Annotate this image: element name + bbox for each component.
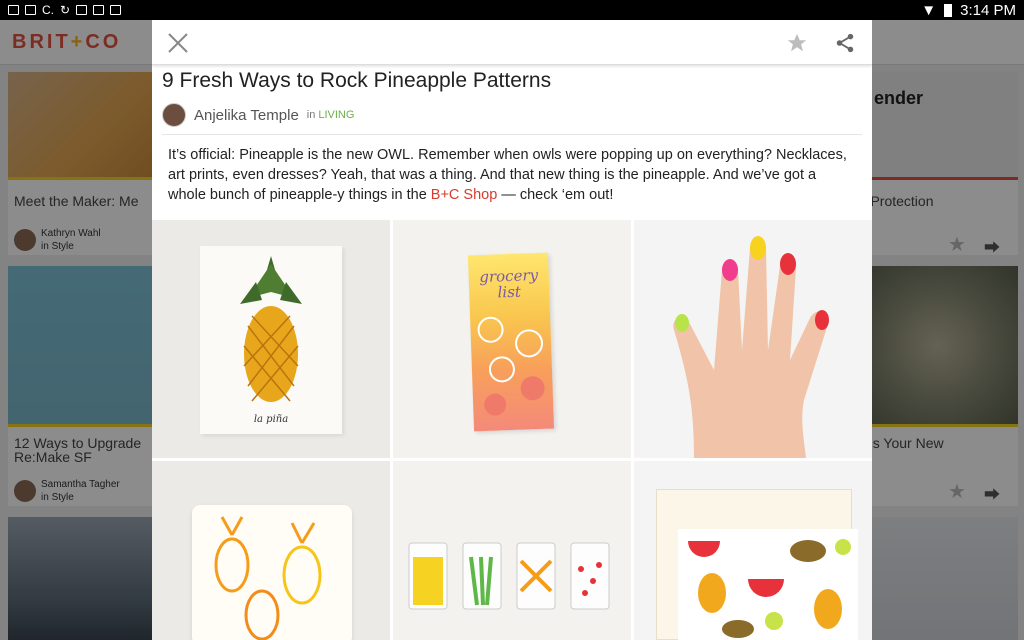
- image-tile-pillow[interactable]: [152, 461, 390, 640]
- image-tile-glasses[interactable]: [393, 461, 631, 640]
- message-icon: [25, 5, 36, 15]
- body-text-2: — check ‘em out!: [497, 187, 614, 203]
- article-body: It’s official: Pineapple is the new OWL.…: [168, 145, 858, 205]
- citrus-pattern: [477, 316, 545, 416]
- gallery-icon: [8, 5, 19, 15]
- fruit-card: [678, 529, 858, 640]
- image-tile-nails[interactable]: [634, 220, 872, 458]
- notepad: grocery list: [467, 252, 555, 432]
- status-left-text: C.: [42, 3, 54, 17]
- category-link[interactable]: LIVING: [318, 109, 354, 121]
- close-icon[interactable]: [166, 31, 190, 55]
- wifi-icon: ▼: [921, 1, 937, 19]
- modal-header: [152, 20, 872, 65]
- sync-icon: ↻: [60, 3, 71, 17]
- pineapple-illustration: [240, 256, 302, 402]
- battery-icon: [944, 3, 953, 17]
- fruit-pattern: [688, 539, 851, 638]
- image-tile-notepad[interactable]: grocery list: [393, 220, 631, 458]
- status-icons-right: ▼ 3:14 PM: [921, 2, 1016, 19]
- hand-illustration: [673, 236, 829, 458]
- pillow-pattern: [214, 516, 322, 640]
- glasses-illustration: [408, 542, 610, 610]
- image-grid: la piña grocery list: [152, 220, 872, 640]
- pillow: [192, 505, 352, 640]
- shop-link[interactable]: B+C Shop: [431, 187, 498, 203]
- clock: 3:14 PM: [960, 1, 1016, 19]
- grid-icon: [76, 5, 88, 15]
- bag-icon: [93, 5, 105, 15]
- check-icon: [110, 5, 122, 15]
- author-name[interactable]: Anjelika Temple: [194, 107, 299, 124]
- byline-in: in: [306, 109, 316, 121]
- print-caption: la piña: [253, 414, 289, 425]
- status-icons-left: C. ↻: [8, 3, 122, 17]
- star-icon[interactable]: [786, 32, 808, 54]
- status-bar: C. ↻ ▼ 3:14 PM: [0, 0, 1024, 20]
- divider: [162, 134, 862, 135]
- author-avatar: [162, 103, 186, 127]
- article-modal: 9 Fresh Ways to Rock Pineapple Patterns …: [152, 20, 872, 640]
- article-title: 9 Fresh Ways to Rock Pineapple Patterns: [162, 69, 552, 92]
- art-print: la piña: [200, 246, 342, 434]
- share-icon[interactable]: [834, 32, 856, 54]
- image-tile-card[interactable]: [634, 461, 872, 640]
- image-tile-print[interactable]: la piña: [152, 220, 390, 458]
- article-byline: Anjelika Temple in LIVING: [162, 103, 354, 127]
